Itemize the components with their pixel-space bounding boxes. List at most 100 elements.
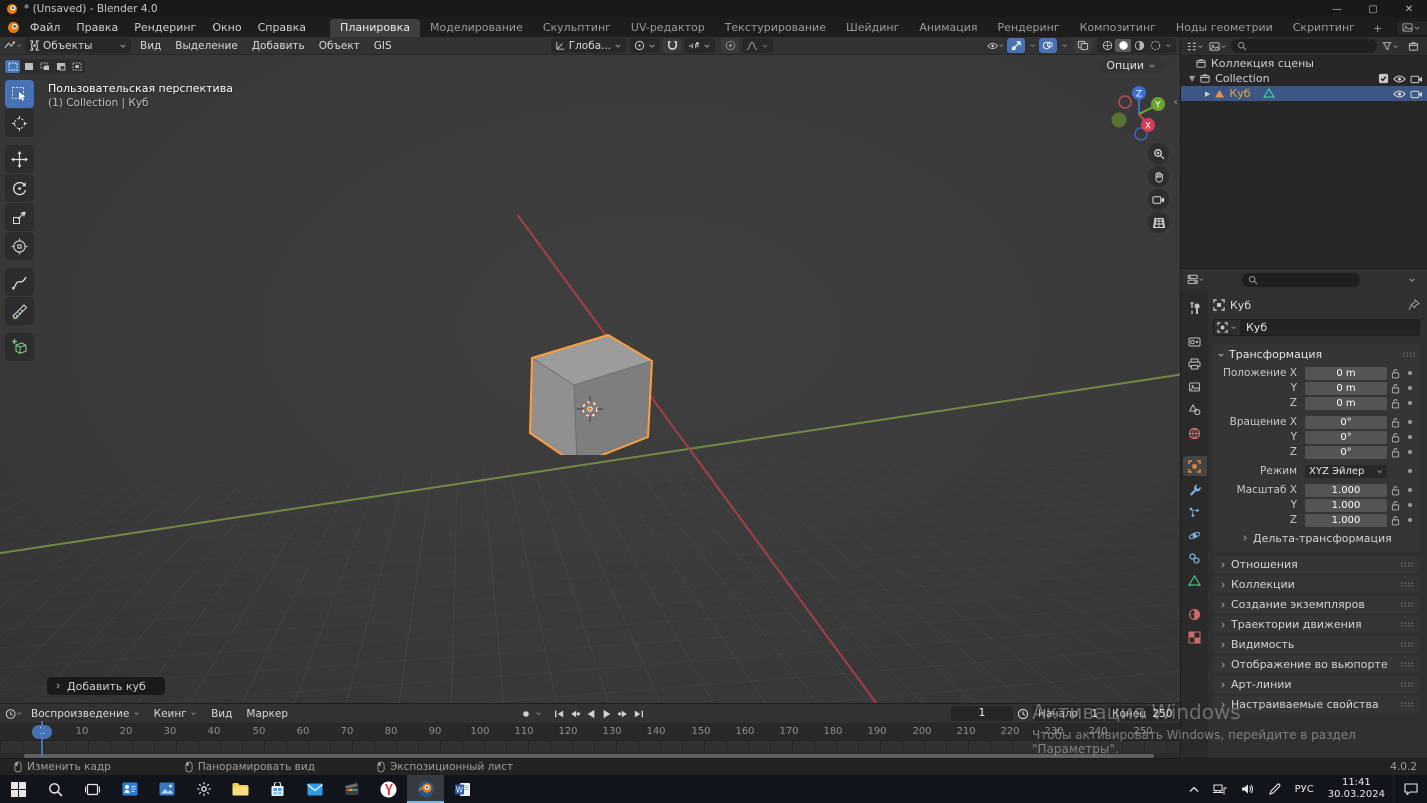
rotation-y-field[interactable]: 0° bbox=[1305, 430, 1387, 444]
menu-keying[interactable]: Кеинг bbox=[147, 708, 204, 720]
material-tab[interactable] bbox=[1183, 604, 1207, 624]
zoom-view-button[interactable] bbox=[1148, 143, 1169, 164]
annotate-tool[interactable] bbox=[5, 268, 34, 296]
prev-keyframe-button[interactable] bbox=[567, 707, 582, 721]
physics-tab[interactable] bbox=[1183, 525, 1207, 545]
viewport-display-panel[interactable]: Отображение во вьюпорте bbox=[1213, 656, 1420, 673]
overlays-dropdown[interactable] bbox=[1059, 38, 1069, 53]
timeline-editor-type-icon[interactable] bbox=[5, 706, 23, 721]
measure-tool[interactable] bbox=[5, 297, 34, 325]
tray-chevron-icon[interactable] bbox=[1183, 786, 1205, 793]
blender-menu-icon[interactable] bbox=[5, 21, 22, 34]
menu-timeline-view[interactable]: Вид bbox=[204, 708, 239, 720]
scene-tab[interactable] bbox=[1183, 400, 1207, 420]
file-explorer-icon[interactable] bbox=[222, 775, 259, 803]
delta-transform-panel[interactable]: Дельта-трансформация bbox=[1217, 530, 1416, 546]
object-render-icon[interactable] bbox=[1410, 89, 1423, 99]
keying-dropdown[interactable] bbox=[534, 707, 543, 721]
scene-browse-icon[interactable] bbox=[1400, 22, 1423, 33]
cursor-tool[interactable] bbox=[5, 109, 34, 137]
scene-collection-row[interactable]: Коллекция сцены bbox=[1181, 56, 1427, 71]
tab-layout[interactable]: Планировка bbox=[330, 19, 421, 37]
menu-gis[interactable]: GIS bbox=[367, 40, 399, 52]
close-button[interactable]: ✕ bbox=[1391, 0, 1427, 18]
tab-rendering[interactable]: Рендеринг bbox=[988, 19, 1070, 37]
yandex-browser-icon[interactable] bbox=[370, 775, 407, 803]
viewlayer-tab[interactable] bbox=[1183, 377, 1207, 397]
animate-dot[interactable] bbox=[1404, 503, 1416, 507]
texture-tab[interactable] bbox=[1183, 627, 1207, 647]
lock-icon[interactable] bbox=[1387, 485, 1404, 496]
tab-animation[interactable]: Анимация bbox=[909, 19, 987, 37]
tab-scripting[interactable]: Скриптинг bbox=[1283, 19, 1365, 37]
add-workspace-button[interactable]: + bbox=[1365, 20, 1390, 37]
location-x-field[interactable]: 0 m bbox=[1305, 366, 1387, 380]
scene-name[interactable]: Scene bbox=[1423, 21, 1427, 34]
lock-icon[interactable] bbox=[1387, 398, 1404, 409]
move-tool[interactable] bbox=[5, 145, 34, 173]
animate-dot[interactable] bbox=[1404, 371, 1416, 375]
animate-dot[interactable] bbox=[1404, 420, 1416, 424]
next-keyframe-button[interactable] bbox=[615, 707, 630, 721]
object-name-value[interactable]: Куб bbox=[1240, 321, 1267, 334]
language-indicator[interactable]: РУС bbox=[1289, 784, 1320, 795]
lock-icon[interactable] bbox=[1387, 447, 1404, 458]
scene-selector[interactable]: Scene bbox=[1396, 19, 1427, 36]
animate-dot[interactable] bbox=[1404, 435, 1416, 439]
proportional-falloff-dropdown[interactable] bbox=[742, 38, 774, 53]
scale-x-field[interactable]: 1.000 bbox=[1305, 483, 1387, 497]
mode-selector[interactable]: Объекты bbox=[25, 38, 131, 53]
animate-dot[interactable] bbox=[1404, 488, 1416, 492]
breadcrumb-object-name[interactable]: Куб bbox=[1230, 299, 1251, 312]
particles-tab[interactable] bbox=[1183, 502, 1207, 522]
rotation-z-field[interactable]: 0° bbox=[1305, 445, 1387, 459]
blender-taskbar-icon[interactable] bbox=[407, 775, 444, 803]
add-cube-tool[interactable] bbox=[5, 333, 34, 361]
collection-expand-icon[interactable]: ▼ bbox=[1189, 74, 1195, 83]
select-subtract-mode[interactable] bbox=[53, 60, 68, 73]
pan-view-button[interactable] bbox=[1148, 166, 1169, 187]
constraints-tab[interactable] bbox=[1183, 548, 1207, 568]
line-art-panel[interactable]: Арт-линии bbox=[1213, 676, 1420, 693]
jump-to-end-button[interactable] bbox=[631, 707, 646, 721]
outliner-filter-dropdown[interactable] bbox=[1381, 39, 1399, 54]
animate-dot[interactable] bbox=[1404, 450, 1416, 454]
animate-dot[interactable] bbox=[1404, 518, 1416, 522]
frame-end-field[interactable]: Конец 250 bbox=[1106, 706, 1178, 721]
camera-view-button[interactable] bbox=[1148, 189, 1169, 210]
object-data-tab[interactable] bbox=[1183, 571, 1207, 591]
snap-settings-dropdown[interactable] bbox=[684, 38, 716, 53]
select-new-mode[interactable] bbox=[21, 60, 36, 73]
lock-icon[interactable] bbox=[1387, 432, 1404, 443]
timeline-ruler[interactable]: 1 10 20 30 40 50 60 70 80 90 100 110 120… bbox=[0, 724, 1180, 741]
animate-dot[interactable] bbox=[1404, 469, 1416, 473]
menu-object[interactable]: Объект bbox=[312, 40, 367, 52]
collection-render-icon[interactable] bbox=[1410, 74, 1423, 84]
taskbar-clock[interactable]: 11:41 30.03.2024 bbox=[1322, 777, 1391, 801]
lock-icon[interactable] bbox=[1387, 383, 1404, 394]
custom-properties-panel[interactable]: Настраиваемые свойства bbox=[1213, 696, 1420, 713]
editor-type-icon[interactable] bbox=[4, 38, 22, 53]
object-name-field[interactable]: Куб bbox=[1213, 319, 1420, 336]
snap-toggle[interactable] bbox=[663, 38, 682, 53]
current-frame-field[interactable]: 1 bbox=[951, 706, 1013, 721]
tab-texture-paint[interactable]: Текстурирование bbox=[715, 19, 836, 37]
lock-icon[interactable] bbox=[1387, 500, 1404, 511]
scale-z-field[interactable]: 1.000 bbox=[1305, 513, 1387, 527]
shading-rendered-button[interactable] bbox=[1147, 39, 1163, 52]
microsoft-store-icon[interactable] bbox=[259, 775, 296, 803]
shading-dropdown[interactable] bbox=[1163, 39, 1174, 52]
collection-checkbox-icon[interactable] bbox=[1378, 73, 1389, 84]
mail-app-icon[interactable] bbox=[296, 775, 333, 803]
action-center-icon[interactable] bbox=[1393, 775, 1427, 803]
proportional-editing-toggle[interactable] bbox=[721, 38, 740, 53]
ortho-toggle-button[interactable] bbox=[1148, 212, 1169, 233]
select-box-tool[interactable] bbox=[5, 80, 34, 108]
properties-editor-type-icon[interactable] bbox=[1187, 272, 1205, 287]
collections-panel[interactable]: Коллекции bbox=[1213, 576, 1420, 593]
minimize-button[interactable]: — bbox=[1319, 0, 1355, 18]
transform-orientation-dropdown[interactable]: Глоба... bbox=[550, 38, 627, 53]
shading-material-button[interactable] bbox=[1131, 39, 1147, 52]
menu-render[interactable]: Рендеринг bbox=[126, 18, 204, 37]
use-preview-range-toggle[interactable] bbox=[1015, 707, 1030, 721]
